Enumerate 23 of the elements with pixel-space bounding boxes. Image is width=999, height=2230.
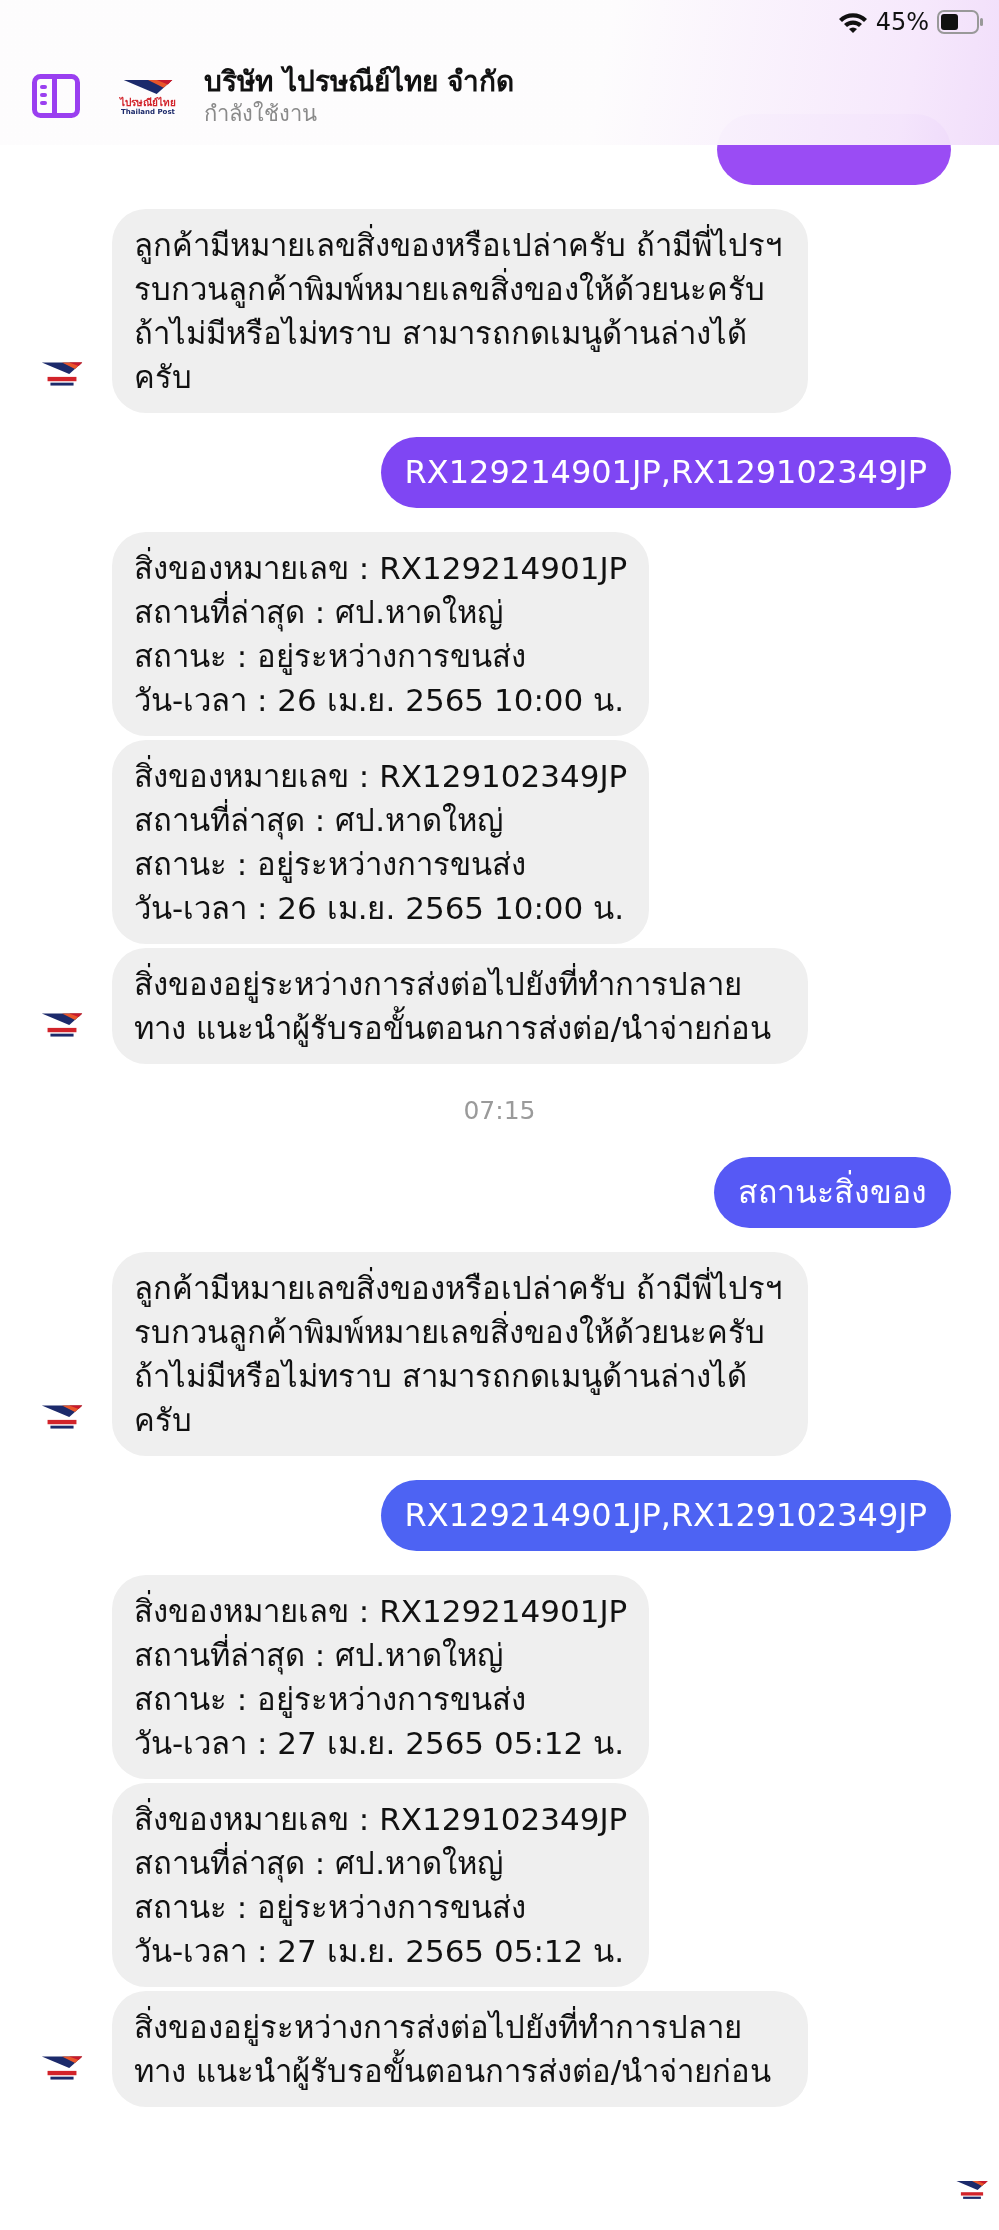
tracking-message: สิ่งของหมายเลข : RX129214901JP สถานที่ล่าสุด : ศป.หาดใหญ่ สถานะ : อยู่ระหว่างการขนส่ง วัน-เวลา : 27 เม.ย. 2565 05:12 น. <box>112 1575 650 1779</box>
received-message: สิ่งของอยู่ระหว่างการส่งต่อไปยังที่ทำการปลายทาง แนะนำผู้รับรอขั้นตอนการส่งต่อ/นำจ่ายก่อน <box>112 1991 808 2107</box>
timestamp: 07:15 <box>463 1096 536 1125</box>
logo-text: ไปรษณีย์ไทย <box>120 96 176 108</box>
battery-percentage: 45% <box>875 8 929 36</box>
sent-message: RX129214901JP,RX129102349JP <box>380 1480 951 1551</box>
received-message: ลูกค้ามีหมายเลขสิ่งของหรือเปล่าครับ ถ้ามีพี่ไปรฯ รบกวนลูกค้าพิมพ์หมายเลขสิ่งของให้ด้วยนะครับ ถ้าไม่มีหรือไม่ทราบ สามารถกดเมนูด้านล่างได้ครับ <box>112 1252 808 1456</box>
sent-message: RX129214901JP,RX129102349JP <box>380 437 951 508</box>
chat-status: กำลังใช้งาน <box>204 100 318 128</box>
bot-avatar <box>40 1012 84 1038</box>
received-message: สิ่งของอยู่ระหว่างการส่งต่อไปยังที่ทำการปลายทาง แนะนำผู้รับรอขั้นตอนการส่งต่อ/นำจ่ายก่อน <box>112 948 808 1064</box>
tracking-message: สิ่งของหมายเลข : RX129102349JP สถานที่ล่าสุด : ศป.หาดใหญ่ สถานะ : อยู่ระหว่างการขนส่ง วัน-เวลา : 26 เม.ย. 2565 10:00 น. <box>112 740 650 944</box>
battery-icon <box>937 10 985 34</box>
chat-title: บริษัท ไปรษณีย์ไทย จำกัด <box>204 64 515 100</box>
tracking-message: สิ่งของหมายเลข : RX129214901JP สถานที่ล่าสุด : ศป.หาดใหญ่ สถานะ : อยู่ระหว่างการขนส่ง วัน-เวลา : 26 เม.ย. 2565 10:00 น. <box>112 532 650 736</box>
received-message: ลูกค้ามีหมายเลขสิ่งของหรือเปล่าครับ ถ้ามีพี่ไปรฯ รบกวนลูกค้าพิมพ์หมายเลขสิ่งของให้ด้วยนะครับ ถ้าไม่มีหรือไม่ทราบ สามารถกดเมนูด้านล่างได้ครับ <box>112 209 808 413</box>
bot-avatar <box>40 1404 84 1430</box>
sidebar-icon[interactable] <box>32 74 80 118</box>
wifi-icon <box>837 11 868 33</box>
tracking-message: สิ่งของหมายเลข : RX129102349JP สถานที่ล่าสุด : ศป.หาดใหญ่ สถานะ : อยู่ระหว่างการขนส่ง วัน-เวลา : 27 เม.ย. 2565 05:12 น. <box>112 1783 650 1987</box>
bot-avatar <box>40 361 84 387</box>
sent-message: สถานะสิ่งของ <box>714 1157 951 1228</box>
bot-avatar <box>40 2055 84 2081</box>
